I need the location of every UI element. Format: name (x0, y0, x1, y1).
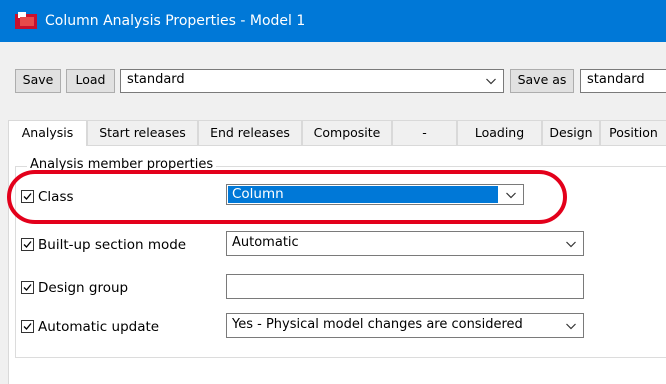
chevron-down-icon (566, 323, 576, 330)
design-group-input[interactable] (226, 274, 584, 299)
preset-value: standard (127, 72, 185, 87)
design-group-label: Design group (38, 280, 129, 296)
tab-design[interactable]: Design (542, 120, 600, 145)
save-as-button[interactable]: Save as (510, 69, 574, 93)
checkmark-icon (23, 193, 32, 200)
chevron-down-icon (506, 192, 516, 199)
class-selected-value: Column (228, 186, 498, 203)
save-button[interactable]: Save (15, 69, 61, 93)
checkmark-icon (23, 284, 32, 291)
group-title: Analysis member properties (27, 157, 217, 173)
tab-dash[interactable]: - (392, 120, 457, 145)
tab-loading[interactable]: Loading (457, 120, 542, 145)
design-group-checkbox[interactable] (21, 281, 34, 294)
load-button[interactable]: Load (66, 69, 115, 93)
app-icon (15, 12, 37, 29)
checkmark-icon (23, 323, 32, 330)
class-dropdown[interactable]: Column (226, 184, 524, 205)
built-up-label: Built-up section mode (38, 237, 187, 253)
save-as-name-input[interactable]: standard (580, 69, 666, 93)
checkmark-icon (23, 241, 32, 248)
preset-dropdown[interactable]: standard (120, 69, 504, 93)
auto-update-dropdown[interactable]: Yes - Physical model changes are conside… (226, 313, 584, 338)
title-bar: Column Analysis Properties - Model 1 (0, 0, 666, 42)
tab-position[interactable]: Position (600, 120, 666, 145)
tab-strip: Analysis Start releases End releases Com… (8, 120, 666, 146)
tab-end-releases[interactable]: End releases (198, 120, 302, 145)
built-up-checkbox-row[interactable]: Built-up section mode (21, 236, 221, 256)
auto-update-checkbox-row[interactable]: Automatic update (21, 318, 201, 338)
tab-composite[interactable]: Composite (302, 120, 392, 145)
built-up-checkbox[interactable] (21, 238, 34, 251)
class-label: Class (38, 189, 74, 205)
tab-start-releases[interactable]: Start releases (87, 120, 198, 145)
built-up-value: Automatic (232, 235, 299, 250)
auto-update-checkbox[interactable] (21, 320, 34, 333)
save-as-name-value: standard (587, 72, 645, 87)
chevron-down-icon (566, 241, 576, 248)
design-group-checkbox-row[interactable]: Design group (21, 279, 201, 299)
built-up-dropdown[interactable]: Automatic (226, 231, 584, 256)
class-checkbox-row[interactable]: Class (21, 188, 201, 208)
auto-update-value: Yes - Physical model changes are conside… (232, 317, 523, 332)
window-title: Column Analysis Properties - Model 1 (45, 13, 306, 29)
tab-analysis[interactable]: Analysis (8, 120, 87, 146)
class-checkbox[interactable] (21, 190, 34, 203)
auto-update-label: Automatic update (38, 319, 160, 335)
chevron-down-icon (486, 78, 496, 85)
